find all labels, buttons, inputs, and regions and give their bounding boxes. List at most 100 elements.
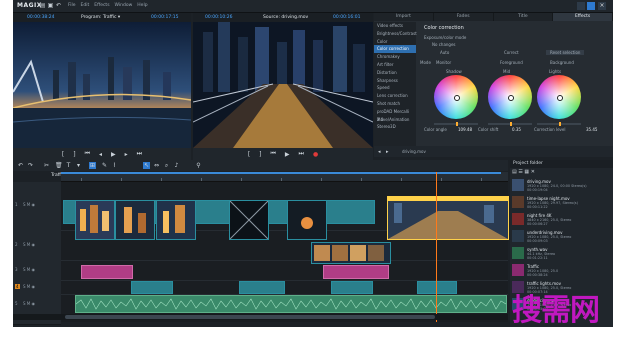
undo-icon[interactable]: ↶ bbox=[55, 2, 62, 9]
mark-in-icon[interactable]: [ bbox=[62, 151, 64, 158]
auto-option[interactable]: Auto bbox=[440, 50, 449, 55]
track-mute-icon[interactable]: S M ◉ bbox=[23, 242, 35, 247]
record-icon[interactable]: ● bbox=[313, 151, 318, 158]
bin-item[interactable]: Traffic 1920 x 1080, 25.0 00:00:38:24 bbox=[512, 263, 611, 277]
lights-color-wheel[interactable] bbox=[537, 75, 581, 119]
track-head-2[interactable]: 2S M ◉ bbox=[13, 230, 61, 261]
effect-item[interactable]: Art filter bbox=[374, 61, 416, 69]
mode-icon[interactable]: ⊞ bbox=[89, 162, 96, 169]
effect-item[interactable]: Stereo3D bbox=[374, 123, 416, 131]
track-head-1[interactable]: 1S M ◉ bbox=[13, 182, 61, 231]
audio-icon[interactable]: ♪ bbox=[173, 162, 180, 169]
level-mode[interactable]: Mode bbox=[420, 60, 431, 65]
mid-color-wheel[interactable] bbox=[488, 75, 532, 119]
correction-level-value[interactable]: 35.45 bbox=[586, 127, 597, 132]
shadow-slider[interactable] bbox=[434, 122, 478, 126]
prev-icon[interactable]: ◂ bbox=[378, 149, 381, 155]
video-clip-thumb[interactable] bbox=[75, 200, 115, 240]
tab-import[interactable]: Import bbox=[374, 13, 434, 21]
wheel-handle[interactable] bbox=[454, 95, 460, 101]
mid-slider[interactable] bbox=[488, 122, 532, 126]
timeline-ruler[interactable] bbox=[61, 172, 508, 182]
title-clip[interactable] bbox=[417, 281, 457, 294]
snap-icon[interactable]: ⌇ bbox=[111, 162, 118, 169]
effect-item[interactable]: Shot match bbox=[374, 100, 416, 108]
marker-icon[interactable]: ▾ bbox=[75, 162, 82, 169]
bin-item[interactable]: driving.mov 1920 x 1080, 24.0, 00:00 Ster… bbox=[512, 178, 611, 192]
no-changes-option[interactable]: No changes bbox=[432, 42, 456, 47]
tab-title[interactable]: Title bbox=[493, 13, 554, 21]
bin-item[interactable]: time-lapse night.mov 1920 x 1080, 29.97, … bbox=[512, 195, 611, 209]
menu-file[interactable]: File bbox=[68, 3, 76, 8]
save-icon[interactable]: ▣ bbox=[47, 2, 54, 9]
effect-item[interactable]: Sharpness bbox=[374, 77, 416, 85]
effect-item[interactable]: Video effects bbox=[374, 22, 416, 30]
reset-selection-button[interactable]: Reset selection bbox=[546, 50, 585, 55]
title-clip[interactable] bbox=[239, 281, 285, 294]
effect-item[interactable]: Lens correction bbox=[374, 92, 416, 100]
close-icon[interactable]: × bbox=[598, 2, 606, 10]
layout-button[interactable] bbox=[577, 2, 585, 10]
menu-help[interactable]: Help bbox=[137, 3, 147, 8]
loop-range-bar[interactable] bbox=[61, 172, 501, 174]
mark-out-icon[interactable]: ] bbox=[73, 151, 75, 158]
shadow-color-wheel[interactable] bbox=[434, 75, 478, 119]
video-clip-thumb[interactable] bbox=[115, 200, 155, 240]
color-shift-value[interactable]: 0.35 bbox=[512, 127, 521, 132]
scrollbar-thumb[interactable] bbox=[65, 315, 435, 319]
text-icon[interactable]: T bbox=[65, 162, 72, 169]
effect-item[interactable]: Move/Animation bbox=[374, 116, 416, 124]
source-monitor-screen[interactable] bbox=[193, 22, 373, 148]
list-view-icon[interactable]: ☰ bbox=[518, 169, 522, 175]
effect-item[interactable]: Brightness/Contrast bbox=[374, 30, 417, 38]
pointer-icon[interactable]: ↖ bbox=[143, 162, 150, 169]
src-skip-forward-icon[interactable]: ⏭ bbox=[299, 150, 304, 158]
correct-option[interactable]: Correct bbox=[504, 50, 519, 55]
overlay-clip[interactable] bbox=[323, 265, 389, 279]
new-file-icon[interactable]: ▤ bbox=[39, 2, 46, 9]
tab-fades[interactable]: Fades bbox=[433, 13, 494, 21]
bin-item[interactable]: night fire 4K 3840 x 2160, 25.0, Stereo 0… bbox=[512, 212, 611, 226]
effect-item[interactable]: Color bbox=[374, 38, 416, 46]
fullscreen-button[interactable] bbox=[587, 2, 595, 10]
wheel-handle[interactable] bbox=[557, 95, 563, 101]
menu-effects[interactable]: Effects bbox=[94, 3, 109, 8]
track-head-3[interactable]: 3S M ◉ bbox=[13, 260, 61, 281]
selected-video-clip[interactable] bbox=[387, 196, 509, 240]
tab-effects[interactable]: Effects bbox=[553, 13, 613, 21]
folder-icon[interactable]: ▤ bbox=[512, 169, 517, 175]
delete-icon[interactable]: 🗑 bbox=[55, 162, 63, 169]
play-icon[interactable]: ▶ bbox=[111, 151, 116, 158]
delete-icon[interactable]: ✕ bbox=[531, 169, 535, 175]
level-monitor[interactable]: Monitor bbox=[436, 60, 451, 65]
timeline-scrollbar[interactable] bbox=[13, 314, 508, 320]
audio-clip[interactable] bbox=[75, 295, 507, 313]
edit-icon[interactable]: ✎ bbox=[101, 162, 108, 169]
track-head-5[interactable]: 5S M ◉ bbox=[13, 294, 61, 315]
track-mute-icon[interactable]: S M ◉ bbox=[23, 202, 35, 207]
program-monitor-screen[interactable] bbox=[13, 22, 191, 148]
next-icon[interactable]: ▸ bbox=[386, 149, 389, 155]
src-mark-out-icon[interactable]: ] bbox=[259, 151, 261, 158]
grid-view-icon[interactable]: ▦ bbox=[524, 169, 529, 175]
effect-item-selected[interactable]: Color correction bbox=[374, 45, 416, 54]
link-icon[interactable]: ⚲ bbox=[195, 162, 202, 169]
track-mute-icon[interactable]: S M ◉ bbox=[23, 284, 35, 289]
video-clip-thumb[interactable] bbox=[229, 200, 269, 240]
step-forward-icon[interactable]: ▸ bbox=[125, 151, 128, 158]
step-back-icon[interactable]: ◂ bbox=[99, 151, 102, 158]
effect-item[interactable]: proDAD Mercalli 2.0 bbox=[374, 108, 416, 122]
cut-icon[interactable]: ✂ bbox=[43, 162, 50, 169]
track-head-4[interactable]: 4S M ◉ bbox=[13, 280, 61, 295]
redo-icon[interactable]: ↷ bbox=[27, 162, 34, 169]
slider-handle[interactable] bbox=[510, 122, 512, 126]
menu-window[interactable]: Window bbox=[115, 3, 133, 8]
range-icon[interactable]: ⇔ bbox=[153, 162, 160, 169]
program-title[interactable]: Program: Traffic ▾ bbox=[81, 15, 120, 20]
lights-slider[interactable] bbox=[537, 122, 581, 126]
zoom-icon[interactable]: ⌕ bbox=[163, 162, 170, 169]
src-skip-back-icon[interactable]: ⏮ bbox=[271, 150, 276, 158]
track-mute-icon[interactable]: S M ◉ bbox=[23, 301, 35, 306]
level-foreground[interactable]: Foreground bbox=[500, 60, 523, 65]
video-clip-thumb[interactable] bbox=[287, 200, 327, 240]
